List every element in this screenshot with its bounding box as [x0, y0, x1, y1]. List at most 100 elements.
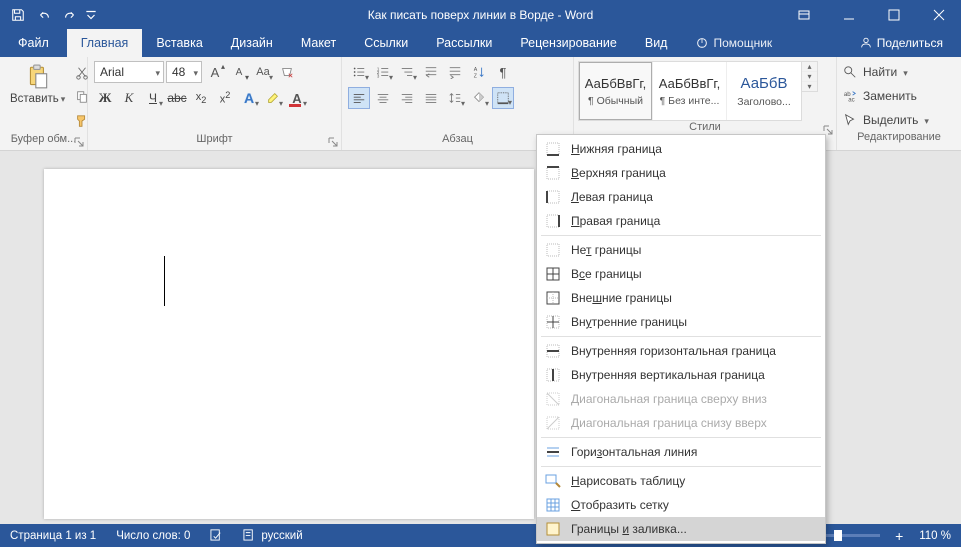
borders-button[interactable]: ▾ — [492, 87, 514, 109]
tab-file[interactable]: Файл — [0, 29, 67, 57]
border-top-item[interactable]: Верхняя граница — [537, 161, 825, 185]
border-inside-h-item[interactable]: Внутренняя горизонтальная граница — [537, 339, 825, 363]
bold-button[interactable]: Ж — [94, 87, 116, 109]
line-spacing-button[interactable]: ▾ — [444, 87, 466, 109]
tell-me[interactable]: Помощник — [681, 29, 786, 57]
subscript-button[interactable]: x2 — [190, 87, 212, 109]
font-color-button[interactable]: A▾ — [286, 87, 308, 109]
italic-button[interactable]: К — [118, 87, 140, 109]
align-center-button[interactable] — [372, 87, 394, 109]
share-button[interactable]: Поделиться — [841, 29, 961, 57]
borders-dropdown-menu: Нижняя граница Верхняя граница Левая гра… — [536, 134, 826, 544]
font-launcher[interactable] — [327, 137, 339, 149]
multilevel-list-button[interactable]: ▾ — [396, 61, 418, 83]
save-button[interactable] — [6, 3, 30, 27]
maximize-button[interactable] — [871, 0, 916, 29]
underline-button[interactable]: Ч▾ — [142, 87, 164, 109]
tab-view[interactable]: Вид — [631, 29, 682, 57]
border-outside-item[interactable]: Внешние границы — [537, 286, 825, 310]
styles-gallery-scroll[interactable]: ▴ ▾ ▾ — [802, 61, 818, 92]
sort-button[interactable]: AZ — [468, 61, 490, 83]
close-button[interactable] — [916, 0, 961, 29]
tab-references[interactable]: Ссылки — [350, 29, 422, 57]
page-number-status[interactable]: Страница 1 из 1 — [0, 524, 106, 547]
quick-access-toolbar — [0, 3, 98, 27]
align-left-button[interactable] — [348, 87, 370, 109]
border-right-item[interactable]: Правая граница — [537, 209, 825, 233]
clear-formatting-button[interactable] — [276, 61, 298, 83]
numbering-button[interactable]: 123▾ — [372, 61, 394, 83]
tab-layout[interactable]: Макет — [287, 29, 350, 57]
gallery-up-button[interactable]: ▴ — [802, 62, 817, 72]
border-diag-down-icon — [545, 391, 561, 407]
language-status[interactable]: русский — [233, 524, 312, 547]
increase-indent-button[interactable] — [444, 61, 466, 83]
decrease-indent-button[interactable] — [420, 61, 442, 83]
zoom-in-button[interactable]: + — [891, 528, 907, 544]
select-button[interactable]: Выделить — [843, 109, 955, 131]
page[interactable] — [44, 169, 534, 519]
group-font: Arial 48 A▴ A▾ Aa▾ Ж К Ч▾ abc x2 x2 A▾ ▾ — [88, 57, 342, 150]
text-effects-button[interactable]: A▾ — [238, 87, 260, 109]
align-right-button[interactable] — [396, 87, 418, 109]
undo-button[interactable] — [32, 3, 56, 27]
border-inside-v-item[interactable]: Внутренняя вертикальная граница — [537, 363, 825, 387]
superscript-button[interactable]: x2 — [214, 87, 236, 109]
style-heading1[interactable]: АаБбВ Заголово... — [727, 62, 801, 120]
font-size-combo[interactable]: 48 — [166, 61, 202, 83]
tab-mailings[interactable]: Рассылки — [422, 29, 506, 57]
gallery-down-button[interactable]: ▾ — [802, 72, 817, 82]
change-case-button[interactable]: Aa▾ — [252, 61, 274, 83]
highlight-button[interactable]: ▾ — [262, 87, 284, 109]
tab-review[interactable]: Рецензирование — [506, 29, 631, 57]
border-none-item[interactable]: Нет границы — [537, 238, 825, 262]
zoom-level[interactable]: 110 % — [909, 524, 961, 547]
border-all-icon — [545, 266, 561, 282]
border-diag-up-icon — [545, 415, 561, 431]
minimize-button[interactable] — [826, 0, 871, 29]
border-inside-h-icon — [545, 343, 561, 359]
border-bottom-icon — [545, 141, 561, 157]
justify-button[interactable] — [420, 87, 442, 109]
border-left-item[interactable]: Левая граница — [537, 185, 825, 209]
tab-insert[interactable]: Вставка — [142, 29, 216, 57]
view-gridlines-item[interactable]: Отобразить сетку — [537, 493, 825, 517]
border-inside-icon — [545, 314, 561, 330]
group-label-clipboard: Буфер обм... — [0, 133, 87, 150]
svg-text:A: A — [474, 67, 478, 73]
word-count-status[interactable]: Число слов: 0 — [106, 524, 200, 547]
redo-button[interactable] — [58, 3, 82, 27]
draw-table-item[interactable]: Нарисовать таблицу — [537, 469, 825, 493]
horizontal-line-item[interactable]: Горизонтальная линия — [537, 440, 825, 464]
borders-and-shading-item[interactable]: Границы и заливка... — [537, 517, 825, 541]
shrink-font-button[interactable]: A▾ — [228, 61, 250, 83]
find-button[interactable]: Найти — [843, 61, 955, 83]
proofing-status[interactable] — [200, 524, 233, 547]
font-name-combo[interactable]: Arial — [94, 61, 164, 83]
style-no-spacing[interactable]: АаБбВвГг, ¶ Без инте... — [653, 62, 727, 120]
window-controls — [781, 0, 961, 29]
show-marks-button[interactable]: ¶ — [492, 61, 514, 83]
style-normal[interactable]: АаБбВвГг, ¶ Обычный — [579, 62, 653, 120]
paste-button[interactable]: Вставить — [6, 61, 69, 107]
border-all-item[interactable]: Все границы — [537, 262, 825, 286]
shading-button[interactable]: ▾ — [468, 87, 490, 109]
ribbon-display-options-button[interactable] — [781, 0, 826, 29]
clipboard-launcher[interactable] — [73, 137, 85, 149]
bullets-button[interactable]: ▾ — [348, 61, 370, 83]
tab-design[interactable]: Дизайн — [217, 29, 287, 57]
replace-button[interactable]: abac Заменить — [843, 85, 955, 107]
horizontal-line-icon — [545, 444, 561, 460]
strikethrough-button[interactable]: abc — [166, 87, 188, 109]
paste-label: Вставить — [10, 93, 65, 105]
border-inside-item[interactable]: Внутренние границы — [537, 310, 825, 334]
styles-gallery[interactable]: АаБбВвГг, ¶ Обычный АаБбВвГг, ¶ Без инте… — [578, 61, 802, 121]
qat-customize-button[interactable] — [84, 3, 98, 27]
gallery-more-button[interactable]: ▾ — [802, 82, 817, 91]
paste-icon — [24, 63, 52, 91]
tab-home[interactable]: Главная — [67, 29, 143, 57]
group-clipboard: Вставить Буфер обм... — [0, 57, 88, 150]
grow-font-button[interactable]: A▴ — [204, 61, 226, 83]
border-outside-icon — [545, 290, 561, 306]
border-bottom-item[interactable]: Нижняя граница — [537, 137, 825, 161]
